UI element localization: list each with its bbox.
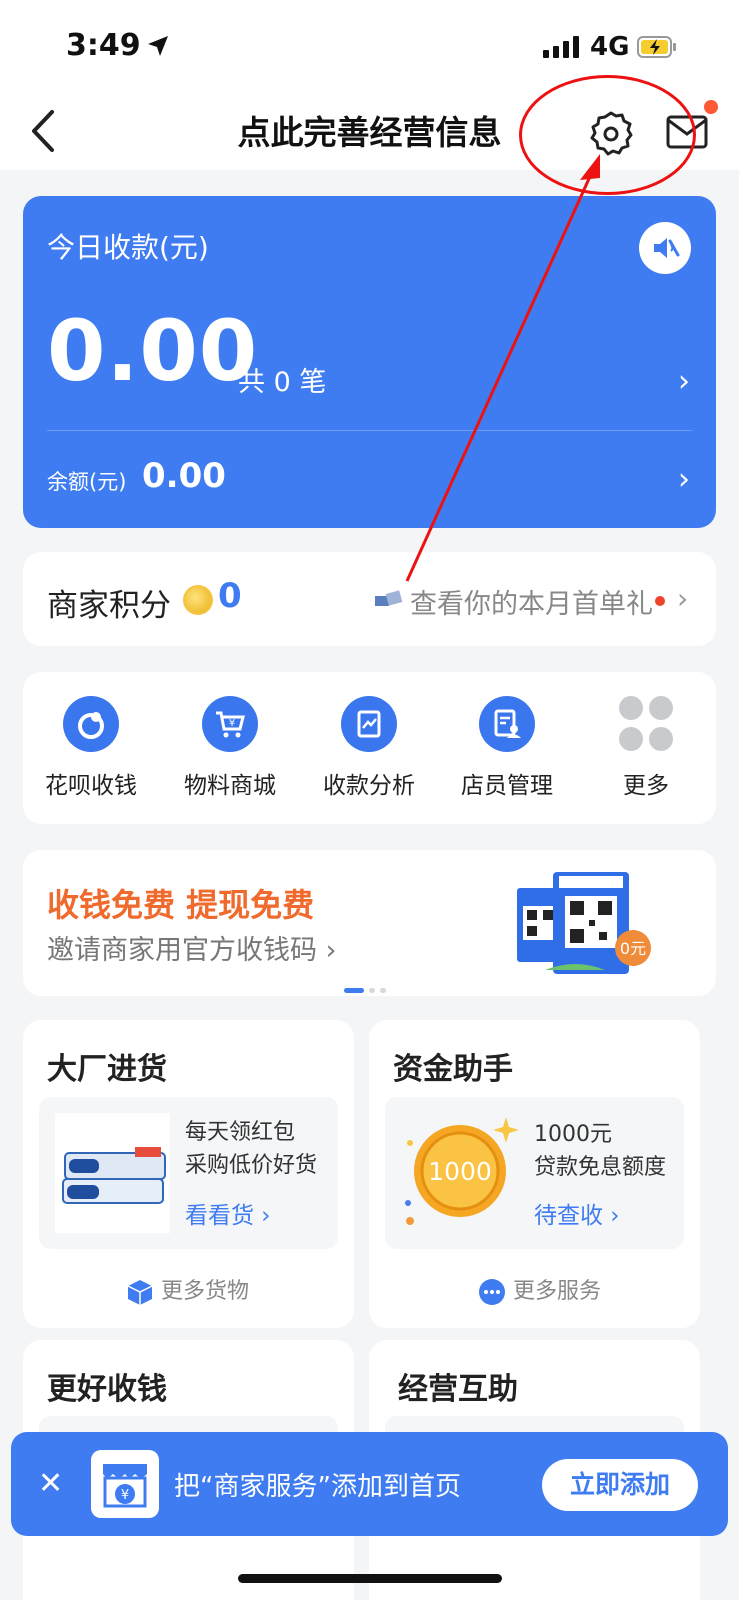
income-count: 共 0 笔	[238, 367, 327, 398]
promo-subtitle-text: 邀请商家用官方收钱码	[47, 935, 317, 966]
gift-icon	[375, 590, 403, 606]
coin-icon	[183, 585, 213, 615]
more-goods-link[interactable]: 更多货物	[126, 1273, 249, 1306]
svg-text:¥: ¥	[229, 718, 235, 729]
menu-label: 店员管理	[461, 773, 553, 799]
menu-item-staff-management[interactable]: 店员管理	[447, 696, 567, 800]
coin-value: 1000	[428, 1157, 492, 1186]
home-indicator	[238, 1574, 502, 1583]
battery-charging-icon	[637, 36, 676, 58]
better-collect-title: 更好收钱	[47, 1372, 167, 1407]
more-services-link[interactable]: 更多服务	[478, 1273, 601, 1306]
chart-icon	[341, 696, 397, 752]
close-icon[interactable]: ✕	[38, 1466, 63, 1501]
add-now-button[interactable]: 立即添加	[542, 1459, 698, 1511]
more-services-label: 更多服务	[513, 1279, 602, 1304]
status-time: 3:49	[66, 28, 141, 63]
location-arrow-icon	[148, 36, 168, 56]
mute-toggle-button[interactable]	[639, 222, 691, 274]
income-amount: 0.00	[47, 302, 259, 400]
menu-item-income-analysis[interactable]: 收款分析	[309, 696, 429, 800]
menu-label: 物料商城	[184, 773, 276, 799]
view-goods-label: 看看货	[185, 1203, 254, 1229]
more-goods-label: 更多货物	[161, 1279, 250, 1304]
menu-item-more[interactable]: 更多	[586, 696, 706, 800]
chevron-right-icon[interactable]: ›	[678, 462, 690, 497]
chevron-right-icon[interactable]: ›	[677, 582, 688, 615]
purchase-line1: 每天领红包	[185, 1120, 296, 1145]
divider	[47, 430, 692, 431]
menu-label: 收款分析	[323, 773, 415, 799]
huabei-icon	[63, 696, 119, 752]
promo-subtitle[interactable]: 邀请商家用官方收钱码 ›	[47, 928, 336, 967]
toothpaste-product-image	[55, 1113, 170, 1233]
more-icon	[618, 696, 674, 752]
menu-label: 更多	[623, 773, 669, 799]
gold-coin-icon: 1000	[405, 1117, 519, 1225]
menu-item-material-mall[interactable]: ¥ 物料商城	[170, 696, 290, 800]
carousel-pager	[344, 980, 391, 999]
menu-label: 花呗收钱	[45, 773, 137, 799]
balance-label: 余额(元)	[47, 470, 127, 494]
funds-line2: 贷款免息额度	[534, 1155, 667, 1180]
signal-icon	[543, 36, 579, 58]
to-claim-label: 待查收	[534, 1203, 603, 1229]
annotation-ellipse	[519, 75, 696, 195]
more-dots-icon	[479, 1279, 505, 1305]
view-goods-link[interactable]: 看看货 ›	[185, 1196, 271, 1230]
promo-art-badge: 0元	[620, 939, 646, 958]
funds-title: 资金助手	[393, 1052, 513, 1087]
add-to-home-text: 把“商家服务”添加到首页	[174, 1472, 461, 1502]
notification-dot	[704, 100, 718, 114]
speaker-mute-icon	[654, 238, 680, 258]
to-claim-link[interactable]: 待查收 ›	[534, 1196, 620, 1230]
staff-icon	[479, 696, 535, 752]
menu-item-huabei[interactable]: 花呗收钱	[31, 696, 151, 800]
cube-icon	[127, 1280, 153, 1305]
purchase-title: 大厂进货	[47, 1052, 167, 1087]
income-title: 今日收款(元)	[47, 231, 209, 264]
funds-line1: 1000元	[534, 1122, 612, 1147]
chevron-right-icon: ›	[603, 1203, 620, 1229]
shop-icon: ¥	[91, 1450, 159, 1518]
purchase-line2: 采购低价好货	[185, 1153, 318, 1178]
chevron-right-icon: ›	[317, 935, 337, 966]
chevron-right-icon[interactable]: ›	[678, 364, 690, 399]
points-label: 商家积分	[47, 588, 171, 624]
balance-value: 0.00	[142, 456, 226, 496]
points-value: 0	[218, 576, 242, 616]
cart-icon: ¥	[202, 696, 258, 752]
promo-title: 收钱免费 提现免费	[47, 886, 315, 924]
chevron-right-icon: ›	[254, 1203, 271, 1229]
business-mutual-title: 经营互助	[398, 1372, 518, 1407]
red-dot-badge	[655, 596, 665, 606]
network-label: 4G	[590, 32, 630, 62]
first-order-gift-link[interactable]: 查看你的本月首单礼	[410, 582, 653, 621]
svg-text:¥: ¥	[121, 1488, 129, 1503]
qr-code-stand-illustration: 0元	[517, 872, 651, 974]
